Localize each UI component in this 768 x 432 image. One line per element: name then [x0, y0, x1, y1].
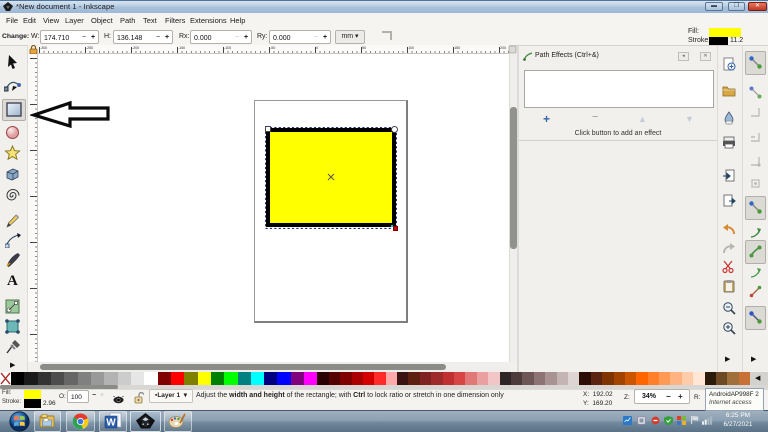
svg-text:A: A — [7, 273, 18, 287]
svg-text:W: W — [106, 418, 116, 429]
